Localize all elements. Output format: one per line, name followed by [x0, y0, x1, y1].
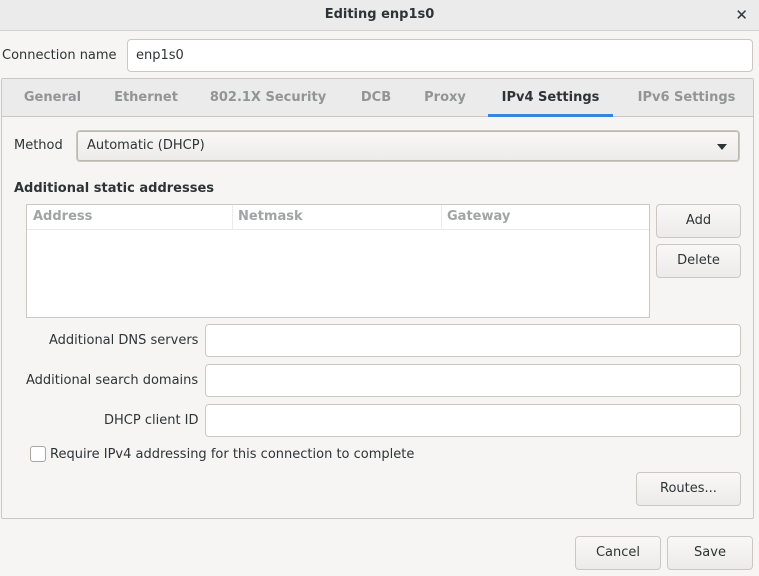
- column-divider: [441, 205, 442, 230]
- static-addresses-title: Additional static addresses: [14, 181, 215, 196]
- add-button[interactable]: Add: [656, 204, 741, 238]
- method-dropdown[interactable]: Automatic (DHCP): [76, 130, 740, 162]
- column-header-netmask[interactable]: Netmask: [238, 209, 303, 224]
- save-button[interactable]: Save: [667, 536, 753, 570]
- dhcp-client-id-input[interactable]: [205, 404, 741, 437]
- tab-ipv6-settings[interactable]: IPv6 Settings: [624, 79, 749, 117]
- close-icon[interactable]: ✕: [735, 5, 748, 25]
- title-bar: Editing enp1s0 ✕: [0, 0, 759, 31]
- delete-button[interactable]: Delete: [656, 244, 741, 278]
- tab-dcb[interactable]: DCB: [347, 79, 405, 117]
- column-header-gateway[interactable]: Gateway: [447, 209, 510, 224]
- table-header: Address Netmask Gateway: [27, 205, 649, 230]
- method-value: Automatic (DHCP): [87, 138, 205, 153]
- require-ipv4-label[interactable]: Require IPv4 addressing for this connect…: [50, 447, 414, 462]
- static-addresses-table[interactable]: Address Netmask Gateway: [26, 204, 650, 318]
- tab-proxy[interactable]: Proxy: [414, 79, 476, 117]
- routes-button[interactable]: Routes...: [636, 472, 741, 506]
- column-divider: [232, 205, 233, 230]
- window-title: Editing enp1s0: [324, 7, 435, 22]
- chevron-down-icon: [717, 144, 727, 150]
- cancel-button[interactable]: Cancel: [575, 536, 661, 570]
- tab-bar: General Ethernet 802.1X Security DCB Pro…: [2, 79, 753, 117]
- dhcp-client-id-label: DHCP client ID: [104, 413, 199, 428]
- connection-name-label: Connection name: [2, 48, 117, 63]
- method-label: Method: [14, 138, 63, 153]
- connection-name-input[interactable]: enp1s0: [127, 39, 753, 72]
- tab-ipv4-settings[interactable]: IPv4 Settings: [488, 79, 613, 117]
- tab-8021x-security[interactable]: 802.1X Security: [200, 79, 336, 117]
- dns-servers-input[interactable]: [205, 324, 741, 357]
- search-domains-input[interactable]: [205, 364, 741, 397]
- tab-ethernet[interactable]: Ethernet: [102, 79, 190, 117]
- dns-servers-label: Additional DNS servers: [49, 333, 199, 348]
- tab-general[interactable]: General: [10, 79, 95, 117]
- require-ipv4-checkbox[interactable]: [30, 446, 46, 462]
- column-header-address[interactable]: Address: [33, 209, 92, 224]
- search-domains-label: Additional search domains: [26, 373, 199, 388]
